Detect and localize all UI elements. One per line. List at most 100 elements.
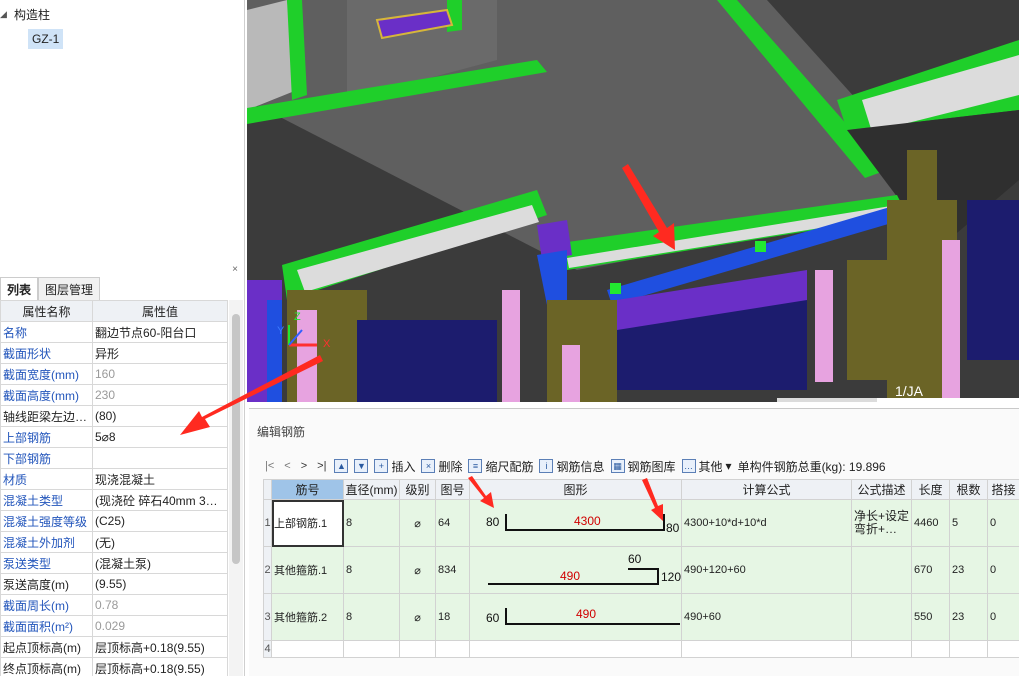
column-header-diameter[interactable]: 直径(mm) bbox=[343, 479, 400, 500]
property-row[interactable]: 截面形状 异形 bbox=[0, 342, 228, 364]
property-value-cell[interactable]: 0.029 bbox=[92, 615, 228, 637]
table-row[interactable]: 4 bbox=[263, 640, 1019, 658]
count-cell[interactable]: 5 bbox=[949, 499, 988, 547]
shape-cell[interactable]: 60 490 bbox=[469, 593, 682, 641]
diameter-cell[interactable]: 8 bbox=[343, 499, 400, 547]
figure-no-cell[interactable]: 64 bbox=[435, 499, 470, 547]
property-row[interactable]: 下部钢筋 bbox=[0, 447, 228, 469]
formula-cell[interactable]: 490+120+60 bbox=[681, 546, 852, 594]
property-value-cell[interactable]: (80) bbox=[92, 405, 228, 427]
column-header-shape[interactable]: 图形 bbox=[469, 479, 682, 500]
empty-cell[interactable] bbox=[949, 640, 988, 658]
property-row[interactable]: 名称 翻边节点60-阳台口 bbox=[0, 321, 228, 343]
empty-cell[interactable] bbox=[469, 640, 682, 658]
property-row[interactable]: 混凝土类型 (现浇砼 碎石40mm 3… bbox=[0, 489, 228, 511]
column-header-count[interactable]: 根数 bbox=[949, 479, 988, 500]
column-header-grade[interactable]: 级别 bbox=[399, 479, 436, 500]
length-cell[interactable]: 670 bbox=[911, 546, 950, 594]
property-value-cell[interactable]: (现浇砼 碎石40mm 3… bbox=[92, 489, 228, 511]
table-row[interactable]: 2 其他箍筋.1 8 ⌀ 834 60 490 120 490+120+60 6… bbox=[263, 546, 1019, 594]
move-up-icon[interactable]: ▲ bbox=[334, 459, 349, 473]
grade-cell[interactable]: ⌀ bbox=[399, 593, 436, 641]
table-row[interactable]: 3 其他箍筋.2 8 ⌀ 18 60 490 490+60 550 23 0 bbox=[263, 593, 1019, 641]
column-header-formula[interactable]: 计算公式 bbox=[681, 479, 852, 500]
lap-cell[interactable]: 0 bbox=[987, 593, 1019, 641]
property-row[interactable]: 上部钢筋 5⌀8 bbox=[0, 426, 228, 448]
tab-layer-manager[interactable]: 图层管理 bbox=[38, 277, 101, 300]
lap-cell[interactable]: 0 bbox=[987, 546, 1019, 594]
bar-no-cell[interactable]: 其他箍筋.2 bbox=[271, 593, 344, 641]
property-row[interactable]: 泵送类型 (混凝土泵) bbox=[0, 552, 228, 574]
property-row[interactable]: 混凝土外加剂 (无) bbox=[0, 531, 228, 553]
column-header-bar-no[interactable]: 筋号 bbox=[271, 479, 344, 500]
property-row[interactable]: 材质 现浇混凝土 bbox=[0, 468, 228, 490]
column-header-figure-no[interactable]: 图号 bbox=[435, 479, 470, 500]
count-cell[interactable]: 23 bbox=[949, 546, 988, 594]
formula-cell[interactable]: 490+60 bbox=[681, 593, 852, 641]
diameter-cell[interactable]: 8 bbox=[343, 593, 400, 641]
formula-desc-cell[interactable] bbox=[851, 593, 912, 641]
diameter-cell[interactable]: 8 bbox=[343, 546, 400, 594]
empty-cell[interactable] bbox=[343, 640, 400, 658]
delete-button[interactable]: × 删除 bbox=[421, 458, 462, 475]
table-row[interactable]: 1 上部钢筋.1 8 ⌀ 64 80 4300 80 4300+10*d+10*… bbox=[263, 499, 1019, 547]
property-row[interactable]: 截面高度(mm) 230 bbox=[0, 384, 228, 406]
property-row[interactable]: 截面面积(m²) 0.029 bbox=[0, 615, 228, 637]
empty-cell[interactable] bbox=[435, 640, 470, 658]
property-value-cell[interactable]: 160 bbox=[92, 363, 228, 385]
property-value-cell[interactable]: 230 bbox=[92, 384, 228, 406]
column-header-lap[interactable]: 搭接 bbox=[987, 479, 1019, 500]
empty-cell[interactable] bbox=[851, 640, 912, 658]
property-value-cell[interactable]: (C25) bbox=[92, 510, 228, 532]
3d-model-render[interactable]: Y Z X 1/JA bbox=[247, 0, 1019, 402]
scale-rebar-button[interactable]: ≡ 缩尺配筋 bbox=[468, 458, 533, 475]
empty-cell[interactable] bbox=[681, 640, 852, 658]
tree-node-structural-column[interactable]: ◢ 构造柱 bbox=[0, 5, 50, 23]
property-row[interactable]: 混凝土强度等级 (C25) bbox=[0, 510, 228, 532]
other-menu-button[interactable]: … 其他 ▾ bbox=[681, 458, 732, 475]
shape-cell[interactable]: 80 4300 80 bbox=[469, 499, 682, 547]
empty-cell[interactable] bbox=[987, 640, 1019, 658]
column-header-length[interactable]: 长度 bbox=[911, 479, 950, 500]
property-value-cell[interactable]: 翻边节点60-阳台口 bbox=[92, 321, 228, 343]
property-value-cell[interactable]: 层顶标高+0.18(9.55) bbox=[92, 657, 228, 676]
property-value-cell[interactable]: 0.78 bbox=[92, 594, 228, 616]
property-value-cell[interactable]: 层顶标高+0.18(9.55) bbox=[92, 636, 228, 658]
empty-cell[interactable] bbox=[399, 640, 436, 658]
property-value-cell[interactable]: 异形 bbox=[92, 342, 228, 364]
empty-cell[interactable] bbox=[271, 640, 344, 658]
property-value-cell[interactable]: (混凝土泵) bbox=[92, 552, 228, 574]
nav-next-button[interactable]: > bbox=[299, 460, 309, 472]
count-cell[interactable]: 23 bbox=[949, 593, 988, 641]
property-row[interactable]: 截面宽度(mm) 160 bbox=[0, 363, 228, 385]
bar-no-cell[interactable]: 上部钢筋.1 bbox=[271, 499, 344, 547]
collapse-caret-icon[interactable]: ◢ bbox=[0, 9, 10, 20]
rebar-info-button[interactable]: i 钢筋信息 bbox=[539, 458, 605, 475]
formula-cell[interactable]: 4300+10*d+10*d bbox=[681, 499, 852, 547]
rebar-library-button[interactable]: ▦ 钢筋图库 bbox=[610, 458, 676, 475]
empty-cell[interactable] bbox=[911, 640, 950, 658]
property-value-cell[interactable] bbox=[92, 447, 228, 469]
grade-cell[interactable]: ⌀ bbox=[399, 499, 436, 547]
property-value-cell[interactable]: 5⌀8 bbox=[92, 426, 228, 448]
formula-desc-cell[interactable]: 净长+设定弯折+… bbox=[851, 499, 912, 547]
grade-cell[interactable]: ⌀ bbox=[399, 546, 436, 594]
property-row[interactable]: 截面周长(m) 0.78 bbox=[0, 594, 228, 616]
scrollbar-thumb[interactable] bbox=[232, 314, 240, 564]
property-row[interactable]: 起点顶标高(m) 层顶标高+0.18(9.55) bbox=[0, 636, 228, 658]
lap-cell[interactable]: 0 bbox=[987, 499, 1019, 547]
nav-prev-button[interactable]: < bbox=[282, 460, 292, 472]
property-value-cell[interactable]: (9.55) bbox=[92, 573, 228, 595]
length-cell[interactable]: 550 bbox=[911, 593, 950, 641]
property-row[interactable]: 泵送高度(m) (9.55) bbox=[0, 573, 228, 595]
bar-no-cell[interactable]: 其他箍筋.1 bbox=[271, 546, 344, 594]
figure-no-cell[interactable]: 834 bbox=[435, 546, 470, 594]
property-value-cell[interactable]: (无) bbox=[92, 531, 228, 553]
figure-no-cell[interactable]: 18 bbox=[435, 593, 470, 641]
move-down-icon[interactable]: ▼ bbox=[354, 459, 369, 473]
formula-desc-cell[interactable] bbox=[851, 546, 912, 594]
shape-cell[interactable]: 60 490 120 bbox=[469, 546, 682, 594]
property-row[interactable]: 轴线距梁左边… (80) bbox=[0, 405, 228, 427]
property-value-cell[interactable]: 现浇混凝土 bbox=[92, 468, 228, 490]
property-scrollbar[interactable] bbox=[229, 300, 243, 676]
